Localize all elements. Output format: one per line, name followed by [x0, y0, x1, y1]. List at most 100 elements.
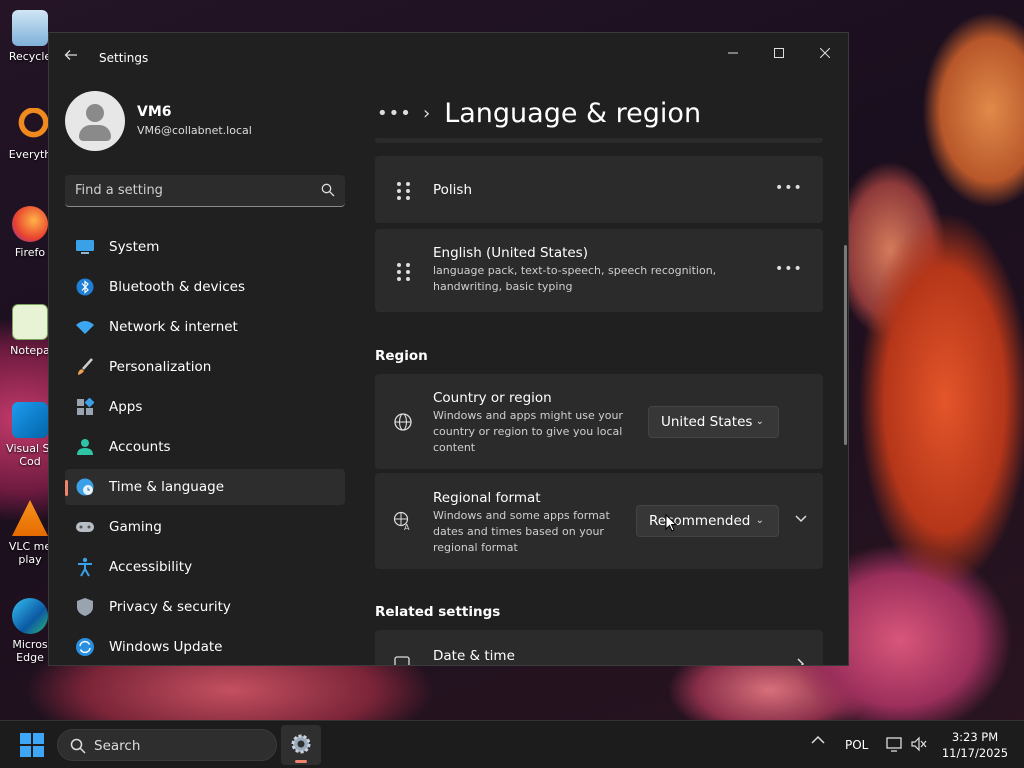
chevron-right-icon	[797, 658, 805, 665]
drag-handle-icon[interactable]	[397, 263, 411, 281]
sidebar-item-personalization[interactable]: Personalization	[65, 349, 345, 385]
accounts-icon	[75, 437, 95, 457]
taskbar: Search POL 3:23 PM 11/17/2025	[0, 720, 1024, 768]
active-app-indicator	[295, 760, 307, 763]
sidebar-item-system[interactable]: System	[65, 229, 345, 265]
chevron-down-icon: ⌄	[755, 515, 764, 526]
regional-format-dropdown[interactable]: Recommended ⌄	[636, 505, 779, 537]
app-title: Settings	[99, 51, 149, 65]
sidebar-item-accounts[interactable]: Accounts	[65, 429, 345, 465]
regional-format-title: Regional format	[433, 490, 541, 506]
apps-icon	[75, 397, 95, 417]
back-button[interactable]	[61, 47, 81, 67]
sidebar-item-time-language[interactable]: Time & language	[65, 469, 345, 505]
user-profile[interactable]: VM6 VM6@collabnet.local	[65, 91, 355, 151]
sidebar-item-accessibility[interactable]: Accessibility	[65, 549, 345, 585]
calendar-clock-icon	[394, 656, 410, 665]
recycle-bin-icon	[12, 10, 48, 46]
clock-time: 3:23 PM	[951, 730, 999, 744]
country-region-dropdown[interactable]: United States ⌄	[648, 406, 779, 438]
language-item-polish[interactable]: Polish •••	[375, 156, 823, 223]
more-options-button[interactable]: •••	[775, 180, 802, 196]
settings-gear-icon	[291, 734, 311, 754]
vscode-icon	[12, 402, 48, 438]
sidebar-item-privacy[interactable]: Privacy & security	[65, 589, 345, 625]
search-icon	[70, 738, 86, 754]
globe-icon	[394, 413, 412, 431]
gamepad-icon	[75, 517, 95, 537]
date-time-link[interactable]: Date & time	[375, 630, 823, 665]
sidebar-item-apps[interactable]: Apps	[65, 389, 345, 425]
sidebar-item-label: System	[109, 239, 160, 255]
chevron-right-icon: ›	[423, 102, 431, 124]
regional-format-card[interactable]: A Regional format Windows and some apps …	[375, 473, 823, 569]
globe-clock-icon	[75, 477, 95, 497]
taskbar-app-settings[interactable]	[281, 725, 321, 765]
start-button[interactable]	[20, 733, 44, 757]
minimize-icon	[728, 52, 738, 54]
sidebar-item-gaming[interactable]: Gaming	[65, 509, 345, 545]
date-time-title: Date & time	[433, 648, 515, 664]
minimize-button[interactable]	[710, 39, 756, 69]
sidebar-item-label: Privacy & security	[109, 599, 231, 615]
shield-icon	[75, 597, 95, 617]
settings-search[interactable]	[65, 175, 345, 207]
firefox-icon	[12, 206, 48, 242]
more-options-button[interactable]: •••	[775, 261, 802, 277]
maximize-icon	[774, 48, 784, 58]
language-name: English (United States)	[433, 245, 588, 261]
sidebar-item-label: Apps	[109, 399, 143, 415]
edge-icon	[12, 598, 48, 634]
sidebar-item-label: Windows Update	[109, 639, 223, 655]
settings-content: Polish ••• English (United States) langu…	[375, 138, 829, 665]
network-icon[interactable]	[885, 735, 903, 753]
country-region-desc: Windows and apps might use your country …	[433, 409, 623, 454]
related-settings-heading: Related settings	[375, 604, 501, 620]
input-language-indicator[interactable]: POL	[845, 738, 868, 752]
dropdown-value: United States	[661, 414, 753, 430]
language-details: language pack, text-to-speech, speech re…	[433, 264, 717, 293]
sidebar-item-windows-update[interactable]: Windows Update	[65, 629, 345, 665]
chevron-up-icon[interactable]	[811, 735, 825, 745]
everything-search-icon	[12, 108, 48, 144]
expand-chevron-icon[interactable]	[795, 515, 807, 523]
sidebar-item-label: Time & language	[109, 479, 225, 495]
chevron-down-icon: ⌄	[755, 416, 764, 427]
clock-date: 11/17/2025	[941, 746, 1009, 760]
maximize-button[interactable]	[756, 39, 802, 69]
sidebar-item-label: Network & internet	[109, 319, 238, 335]
sidebar-item-network[interactable]: Network & internet	[65, 309, 345, 345]
accessibility-icon	[75, 557, 95, 577]
bluetooth-icon	[75, 277, 95, 297]
sidebar-item-bluetooth[interactable]: Bluetooth & devices	[65, 269, 345, 305]
search-input[interactable]	[65, 175, 305, 206]
drag-handle-icon[interactable]	[397, 182, 411, 200]
windows-logo-icon	[20, 733, 31, 744]
close-icon	[819, 47, 831, 59]
breadcrumb: ••• › Language & region	[377, 93, 701, 133]
settings-window: Settings VM6 VM6@collabnet.local System …	[48, 32, 849, 666]
wifi-icon	[75, 317, 95, 337]
taskbar-search[interactable]: Search	[57, 729, 277, 761]
search-icon	[321, 183, 335, 197]
volume-muted-icon[interactable]	[910, 735, 928, 753]
sidebar-item-label: Personalization	[109, 359, 212, 375]
profile-name: VM6	[137, 104, 172, 120]
svg-text:A: A	[404, 523, 410, 531]
sidebar-item-label: Gaming	[109, 519, 162, 535]
sidebar-nav: System Bluetooth & devices Network & int…	[65, 229, 345, 665]
language-item-english[interactable]: English (United States) language pack, t…	[375, 229, 823, 312]
update-icon	[75, 637, 95, 657]
close-button[interactable]	[802, 39, 848, 69]
language-name: Polish	[433, 182, 473, 198]
regional-format-icon: A	[393, 511, 410, 531]
profile-email: VM6@collabnet.local	[137, 124, 252, 137]
mouse-cursor-icon	[665, 514, 677, 532]
system-clock[interactable]: 3:23 PM 11/17/2025	[940, 729, 1010, 761]
back-arrow-icon	[64, 50, 77, 60]
sidebar-item-label: Accounts	[109, 439, 171, 455]
breadcrumb-more-button[interactable]: •••	[377, 103, 411, 124]
scrollbar[interactable]	[844, 245, 847, 445]
vlc-icon	[12, 500, 48, 536]
title-bar: Settings	[49, 33, 848, 81]
